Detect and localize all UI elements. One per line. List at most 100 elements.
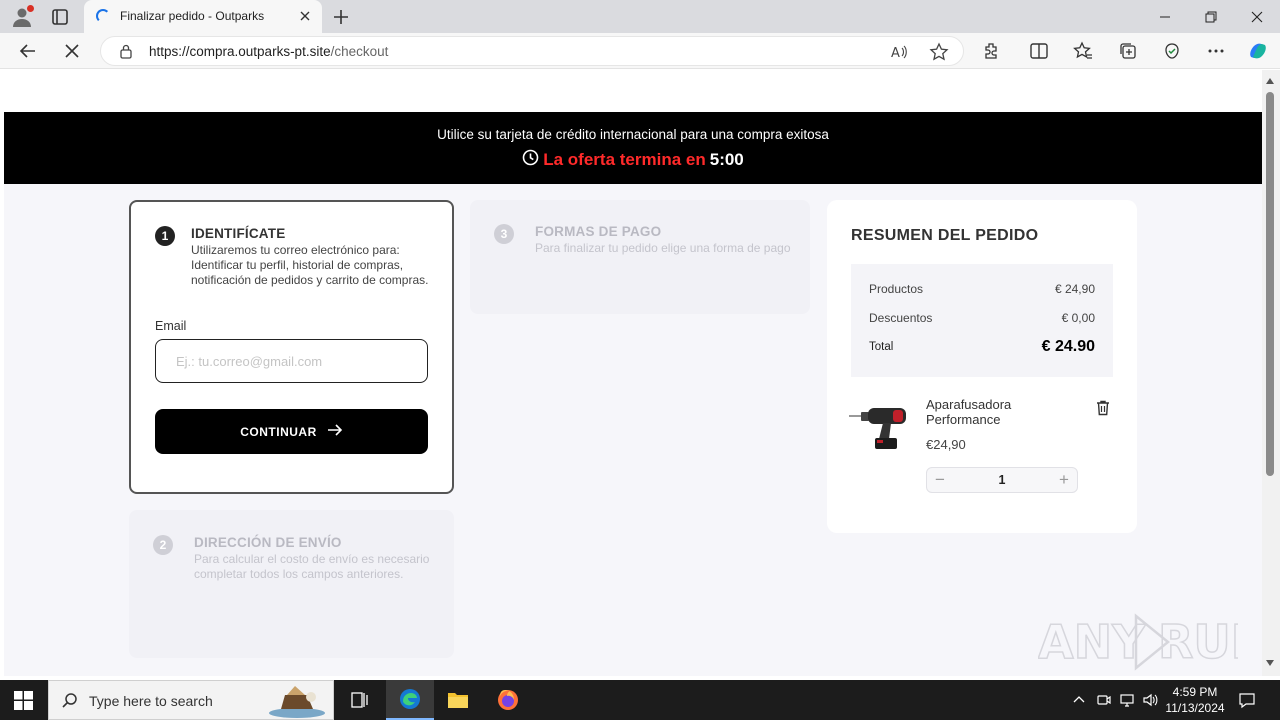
favorite-star-icon[interactable]: [929, 42, 949, 62]
page-scrollbar[interactable]: [1262, 70, 1280, 676]
increase-quantity-button[interactable]: +: [1051, 468, 1077, 492]
product-price: €24,90: [926, 437, 966, 452]
more-options-icon[interactable]: [1206, 41, 1226, 61]
step-description-payment: Para finalizar tu pedido elige una forma…: [535, 241, 791, 255]
offer-countdown: La oferta termina en 5:00: [4, 149, 1262, 171]
url-text[interactable]: https://compra.outparks-pt.site/checkout: [149, 44, 388, 59]
email-label: Email: [155, 319, 187, 333]
back-arrow-icon[interactable]: [18, 41, 38, 61]
taskbar-search-box[interactable]: Type here to search: [48, 680, 334, 720]
scroll-up-icon[interactable]: [1266, 78, 1274, 84]
step-title-payment: FORMAS DE PAGO: [535, 224, 662, 239]
volume-icon[interactable]: [1142, 692, 1158, 708]
browser-tab-active[interactable]: Finalizar pedido - Outparks: [84, 0, 322, 33]
step-number-1: 1: [155, 226, 175, 246]
copilot-icon[interactable]: [1246, 39, 1270, 63]
taskbar-clock[interactable]: 4:59 PM 11/13/2024: [1160, 684, 1230, 716]
scrollbar-thumb[interactable]: [1266, 92, 1274, 476]
new-tab-button[interactable]: [330, 6, 352, 28]
products-row: Productos € 24,90: [869, 282, 1095, 296]
loading-spinner-icon: [96, 9, 110, 23]
arrow-right-icon: [327, 423, 343, 440]
promo-message: Utilice su tarjeta de crédito internacio…: [437, 127, 829, 142]
totals-box: Productos € 24,90 Descuentos € 0,00 Tota…: [851, 264, 1113, 377]
favorites-icon[interactable]: [1073, 41, 1093, 61]
extensions-icon[interactable]: [981, 41, 1001, 61]
continue-label: CONTINUAR: [240, 424, 317, 439]
lock-icon[interactable]: [119, 44, 133, 59]
summary-title: RESUMEN DEL PEDIDO: [851, 227, 1039, 244]
minimize-button[interactable]: [1142, 0, 1188, 33]
clock-date: 11/13/2024: [1165, 701, 1225, 715]
read-aloud-icon[interactable]: A: [889, 42, 909, 62]
windows-taskbar: Type here to search 4:59 PM 11/13/2024: [0, 680, 1280, 720]
edge-taskbar-icon[interactable]: [386, 680, 434, 720]
step-description-identify: Utilizaremos tu correo electrónico para:…: [191, 243, 429, 287]
product-name: Aparafusadora Performance: [926, 397, 1012, 427]
scroll-down-icon[interactable]: [1266, 660, 1274, 666]
restore-button[interactable]: [1188, 0, 1234, 33]
search-highlight-illustration-icon: [267, 683, 329, 719]
trash-icon[interactable]: [1094, 399, 1112, 417]
quantity-value[interactable]: 1: [987, 473, 1017, 487]
step-number-3: 3: [494, 224, 514, 244]
svg-text:A: A: [891, 46, 900, 61]
offer-timer: 5:00: [709, 150, 744, 169]
show-hidden-icons-chevron-icon[interactable]: [1071, 692, 1087, 708]
clock-time: 4:59 PM: [1172, 685, 1218, 699]
close-tab-icon[interactable]: [298, 9, 312, 23]
continue-button[interactable]: CONTINUAR: [155, 409, 428, 454]
tab-title: Finalizar pedido - Outparks: [120, 9, 265, 23]
url-path: /checkout: [330, 44, 389, 59]
decrease-quantity-button[interactable]: −: [927, 468, 953, 492]
network-icon[interactable]: [1119, 692, 1135, 708]
total-row: Total € 24.90: [869, 338, 1095, 355]
offer-label: La oferta termina en: [543, 150, 706, 169]
product-drill-image: [849, 402, 911, 452]
task-view-icon[interactable]: [336, 680, 384, 720]
search-icon: [61, 692, 79, 710]
search-placeholder: Type here to search: [89, 693, 213, 709]
watermark-text-any: ANY: [1038, 615, 1146, 669]
discounts-value: € 0,00: [1061, 311, 1095, 325]
collections-icon[interactable]: [1118, 41, 1138, 61]
file-explorer-icon[interactable]: [434, 680, 482, 720]
browser-title-bar: Finalizar pedido - Outparks: [0, 0, 1280, 33]
profile-icon[interactable]: [10, 5, 34, 29]
step-number-2: 2: [153, 535, 173, 555]
step-shipping-card: 2 DIRECCIÓN DE ENVÍO Para calcular el co…: [129, 510, 454, 658]
firefox-icon[interactable]: [484, 680, 532, 720]
watermark-text: ANY RUN: [1238, 608, 1239, 609]
step-description-shipping: Para calcular el costo de envío es neces…: [194, 552, 430, 581]
order-summary-card: RESUMEN DEL PEDIDO Productos € 24,90 Des…: [827, 200, 1137, 533]
clock-icon: [522, 149, 539, 171]
email-input[interactable]: [155, 339, 428, 383]
meet-now-icon[interactable]: [1096, 692, 1112, 708]
anyrun-watermark: ANY RUN ANY RUN: [1037, 608, 1262, 674]
page-viewport: Utilice su tarjeta de crédito internacio…: [4, 70, 1262, 676]
promo-banner: Utilice su tarjeta de crédito internacio…: [4, 112, 1262, 184]
browser-essentials-icon[interactable]: [1162, 41, 1182, 61]
step-identify-card: 1 IDENTIFÍCATE Utilizaremos tu correo el…: [129, 200, 454, 494]
notification-dot: [27, 5, 34, 12]
url-bar[interactable]: https://compra.outparks-pt.site/checkout…: [100, 36, 964, 66]
products-label: Productos: [869, 282, 924, 296]
discounts-row: Descuentos € 0,00: [869, 311, 1095, 325]
stop-loading-icon[interactable]: [62, 41, 82, 61]
step-title-shipping: DIRECCIÓN DE ENVÍO: [194, 535, 342, 550]
tab-actions-icon[interactable]: [50, 7, 70, 27]
total-value: € 24.90: [1041, 338, 1095, 355]
step-title-identify: IDENTIFÍCATE: [191, 226, 286, 241]
watermark-text-run: RUN: [1158, 615, 1238, 669]
discounts-label: Descuentos: [869, 311, 933, 325]
close-window-button[interactable]: [1234, 0, 1280, 33]
page-header: [4, 70, 1262, 112]
windows-start-icon[interactable]: [14, 691, 33, 710]
total-label: Total: [869, 341, 894, 353]
step-payment-card: 3 FORMAS DE PAGO Para finalizar tu pedid…: [470, 200, 810, 314]
quantity-stepper: − 1 +: [926, 467, 1078, 493]
url-domain: https://compra.outparks-pt.site: [149, 44, 331, 59]
split-screen-icon[interactable]: [1029, 41, 1049, 61]
notifications-icon[interactable]: [1238, 691, 1256, 709]
address-toolbar: https://compra.outparks-pt.site/checkout…: [0, 33, 1280, 69]
